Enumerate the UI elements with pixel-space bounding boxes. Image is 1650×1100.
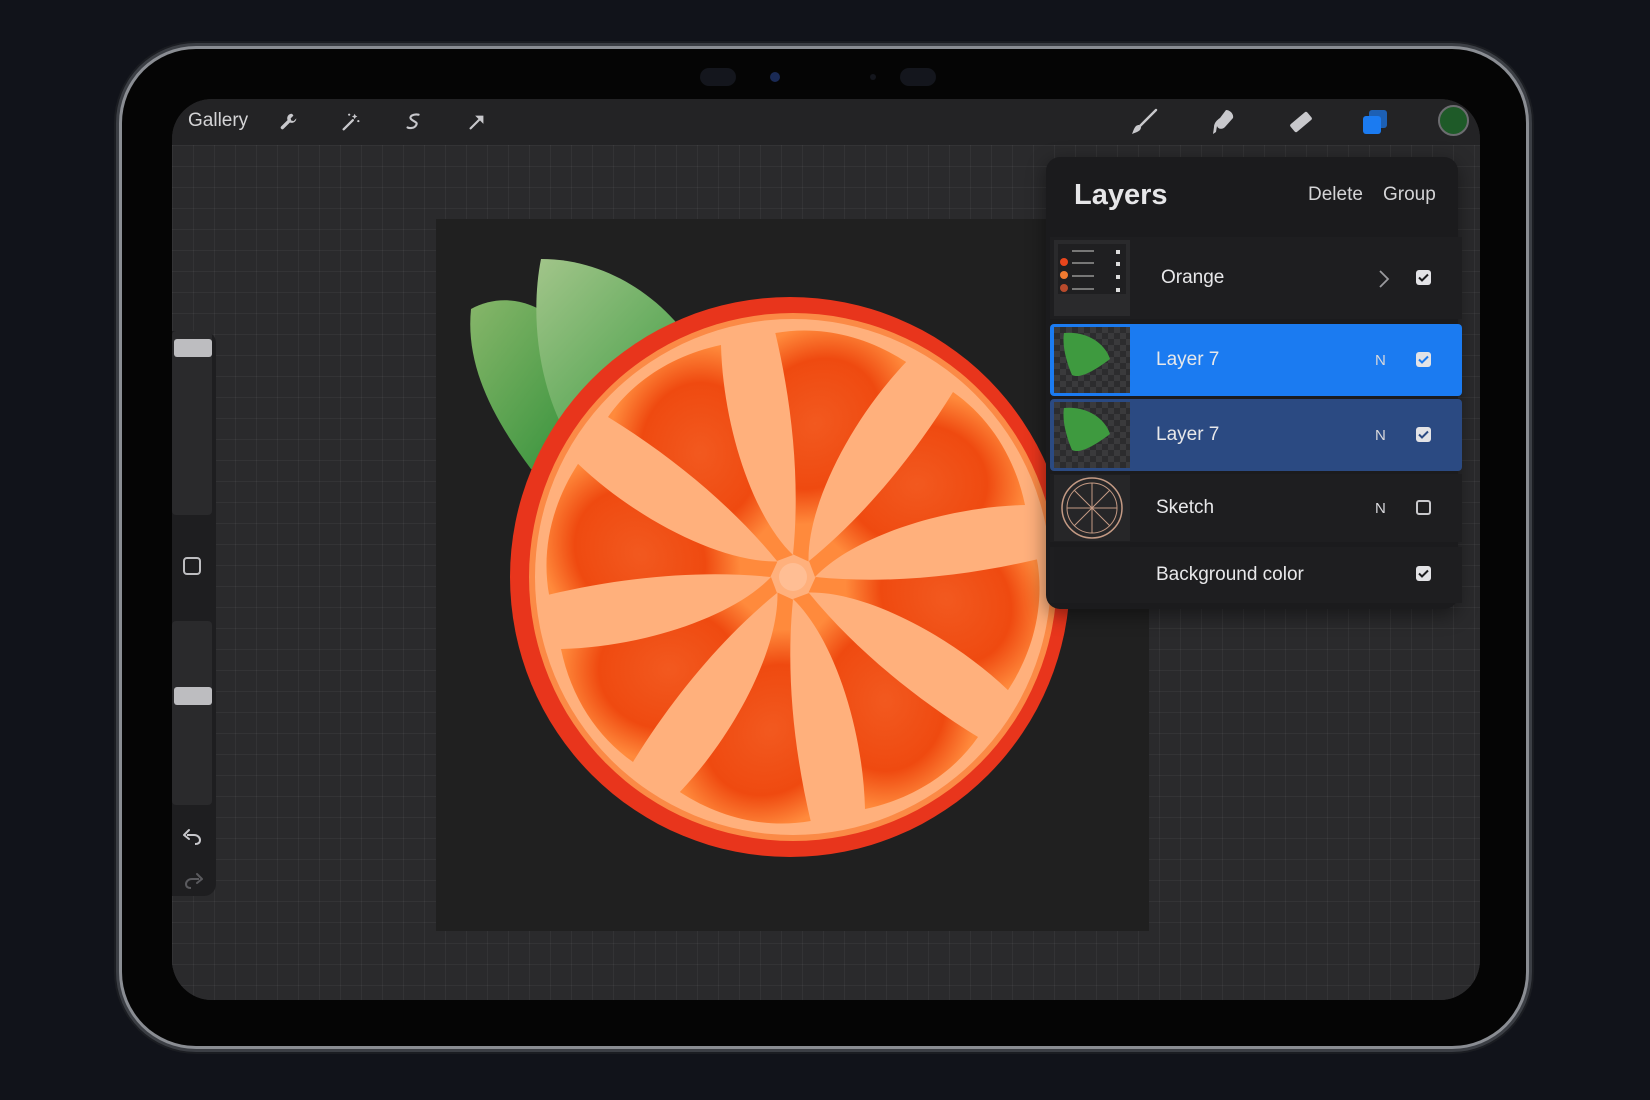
group-button[interactable]: Group bbox=[1383, 184, 1436, 206]
layers-panel: Layers Delete Group Orange Layer 7 N Lay… bbox=[1046, 157, 1462, 609]
layer-name: Sketch bbox=[1156, 497, 1215, 518]
eraser-icon[interactable] bbox=[1285, 107, 1315, 137]
layer-row-background-color[interactable]: Background color bbox=[1050, 547, 1462, 603]
selection-icon[interactable] bbox=[399, 107, 429, 137]
layer-row-layer-7[interactable]: Layer 7 N bbox=[1050, 324, 1462, 396]
visibility-checkbox[interactable] bbox=[1416, 352, 1431, 367]
blend-mode-button[interactable]: N bbox=[1375, 352, 1386, 369]
visibility-checkbox[interactable] bbox=[1416, 427, 1431, 442]
layer-group-orange[interactable]: Orange bbox=[1050, 237, 1462, 319]
visibility-checkbox[interactable] bbox=[1416, 270, 1431, 285]
layer-thumbnail bbox=[1054, 475, 1130, 541]
power-button bbox=[117, 128, 121, 192]
color-picker-swatch[interactable] bbox=[1438, 105, 1469, 136]
left-sidebar bbox=[172, 331, 216, 896]
layer-name: Orange bbox=[1161, 267, 1225, 288]
opacity-thumb[interactable] bbox=[174, 687, 212, 706]
blend-mode-button[interactable]: N bbox=[1375, 427, 1386, 444]
front-camera bbox=[700, 66, 940, 88]
brush-size-thumb[interactable] bbox=[174, 339, 212, 358]
layer-name: Layer 7 bbox=[1156, 424, 1220, 445]
smudge-icon[interactable] bbox=[1208, 107, 1238, 137]
wrench-icon[interactable] bbox=[274, 107, 304, 137]
visibility-checkbox[interactable] bbox=[1416, 500, 1431, 515]
magic-wand-icon[interactable] bbox=[336, 107, 366, 137]
redo-icon[interactable] bbox=[182, 871, 204, 891]
layers-panel-title: Layers bbox=[1074, 179, 1168, 211]
blend-mode-button[interactable]: N bbox=[1375, 500, 1386, 517]
orange-core bbox=[779, 563, 807, 591]
app-screen: Gallery Layers Delete Group Orange Layer… bbox=[172, 99, 1480, 1000]
layer-name: Layer 7 bbox=[1156, 349, 1220, 370]
layer-thumbnail bbox=[1054, 402, 1130, 468]
toolbar: Gallery bbox=[172, 99, 1480, 145]
modify-button[interactable] bbox=[183, 557, 201, 575]
transform-arrow-icon[interactable] bbox=[462, 107, 492, 137]
opacity-slider[interactable] bbox=[172, 621, 212, 805]
visibility-checkbox[interactable] bbox=[1416, 566, 1431, 581]
layer-thumbnail bbox=[1054, 327, 1130, 393]
layer-row-sketch[interactable]: Sketch N bbox=[1050, 474, 1462, 542]
layer-name: Background color bbox=[1156, 564, 1304, 585]
group-thumbnail bbox=[1054, 240, 1130, 316]
brush-icon[interactable] bbox=[1129, 107, 1159, 137]
background-color-thumbnail bbox=[1054, 547, 1130, 603]
drawing-canvas[interactable] bbox=[436, 219, 1149, 931]
layer-row-layer-7-secondary[interactable]: Layer 7 N bbox=[1050, 399, 1462, 471]
brush-size-slider[interactable] bbox=[172, 331, 212, 515]
gallery-button[interactable]: Gallery bbox=[188, 110, 248, 132]
orange-artwork bbox=[470, 259, 1070, 857]
delete-button[interactable]: Delete bbox=[1308, 184, 1363, 206]
undo-icon[interactable] bbox=[182, 827, 204, 847]
layers-icon[interactable] bbox=[1360, 107, 1390, 137]
chevron-right-icon[interactable] bbox=[1378, 269, 1390, 294]
